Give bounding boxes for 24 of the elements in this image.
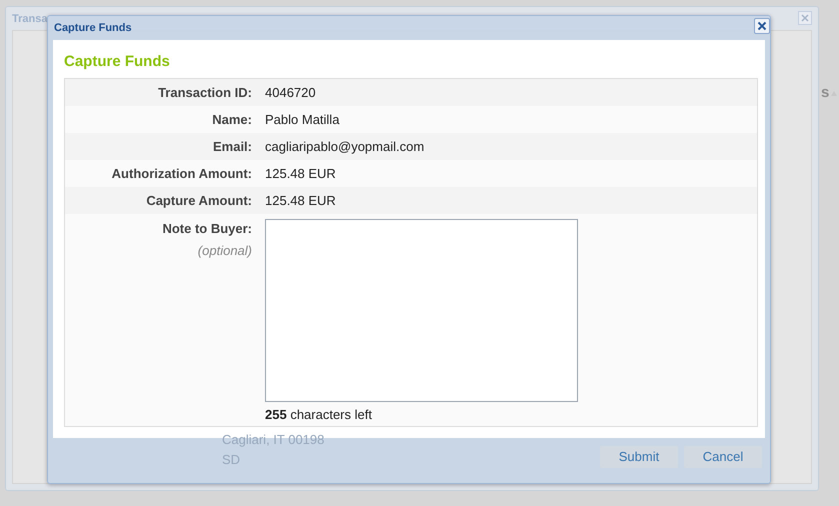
close-icon [757,21,767,31]
dialog-button[interactable]: Submit [600,446,678,468]
close-button[interactable] [754,18,770,34]
dialog-title: Capture Funds [54,21,132,36]
close-icon [801,14,809,22]
field-value: Pablo Matilla [265,110,340,129]
field-label: Authorization Amount: [110,164,252,183]
field-label: Note to Buyer: [162,220,252,238]
field-value: 125.48 EUR [265,164,336,183]
characters-left-text: 255 characters left [265,406,373,424]
hint-text: (optional) [198,242,252,260]
window-title: Transa [12,12,48,27]
field-value: 125.48 EUR [265,192,336,210]
dialog-heading: Capture Funds [64,52,171,72]
field-label: Name: [211,110,252,129]
field-value: 4046720 [265,84,316,102]
dialog-button[interactable]: Cancel [684,446,762,468]
field-value: cagliaripablo@yopmail.com [265,138,424,156]
field-label: Email: [212,138,252,156]
field-label: Capture Amount: [145,192,252,210]
note-field[interactable] [265,219,578,402]
field-label: Transaction ID: [157,84,252,102]
column-header: s [821,83,830,103]
address-line: Cagliari, IT 00198 [222,431,324,449]
